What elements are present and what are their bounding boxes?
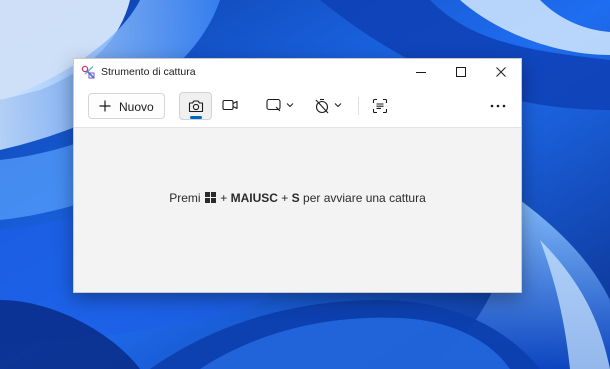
hint-suffix: per avviare una cattura — [303, 191, 426, 205]
text-actions-button[interactable] — [368, 93, 392, 119]
capture-hint: Premi + MAIUSC + S per avviare una cattu… — [74, 191, 521, 205]
windows-key-icon — [204, 192, 216, 203]
more-options-button[interactable] — [487, 93, 509, 119]
minimize-icon — [416, 72, 426, 73]
chevron-down-icon — [286, 103, 294, 108]
toolbar: Nuovo — [74, 85, 521, 128]
close-button[interactable] — [481, 59, 521, 85]
timer-dropdown[interactable] — [310, 93, 346, 119]
hint-plus: + — [281, 191, 289, 205]
video-camera-icon — [222, 99, 238, 111]
plus-icon — [99, 100, 111, 112]
new-snip-label: Nuovo — [119, 100, 154, 114]
camera-icon — [188, 100, 204, 113]
snip-shape-dropdown[interactable] — [262, 93, 298, 119]
close-icon — [496, 67, 506, 77]
new-snip-button[interactable]: Nuovo — [88, 93, 165, 119]
chevron-down-icon — [334, 103, 342, 108]
selected-mode-indicator — [190, 116, 202, 119]
capture-area: Premi + MAIUSC + S per avviare una cattu… — [74, 128, 521, 292]
title-bar[interactable]: Strumento di cattura — [74, 59, 521, 85]
no-timer-icon — [315, 98, 329, 114]
video-mode-button[interactable] — [214, 92, 245, 120]
hint-key-shift: MAIUSC — [230, 191, 278, 205]
text-actions-icon — [372, 98, 388, 114]
rectangle-snip-icon — [266, 98, 281, 112]
snipping-tool-app-icon — [81, 65, 95, 79]
toolbar-divider — [358, 97, 359, 115]
minimize-button[interactable] — [401, 59, 441, 85]
maximize-icon — [456, 67, 466, 77]
snipping-tool-window: Strumento di cattura Nuovo Premi + MAIUS… — [73, 58, 522, 293]
more-options-icon — [490, 104, 506, 108]
window-title: Strumento di cattura — [101, 66, 196, 78]
hint-prefix: Premi — [169, 191, 201, 205]
maximize-button[interactable] — [441, 59, 481, 85]
hint-plus: + — [220, 191, 228, 205]
hint-key-s: S — [291, 191, 300, 205]
